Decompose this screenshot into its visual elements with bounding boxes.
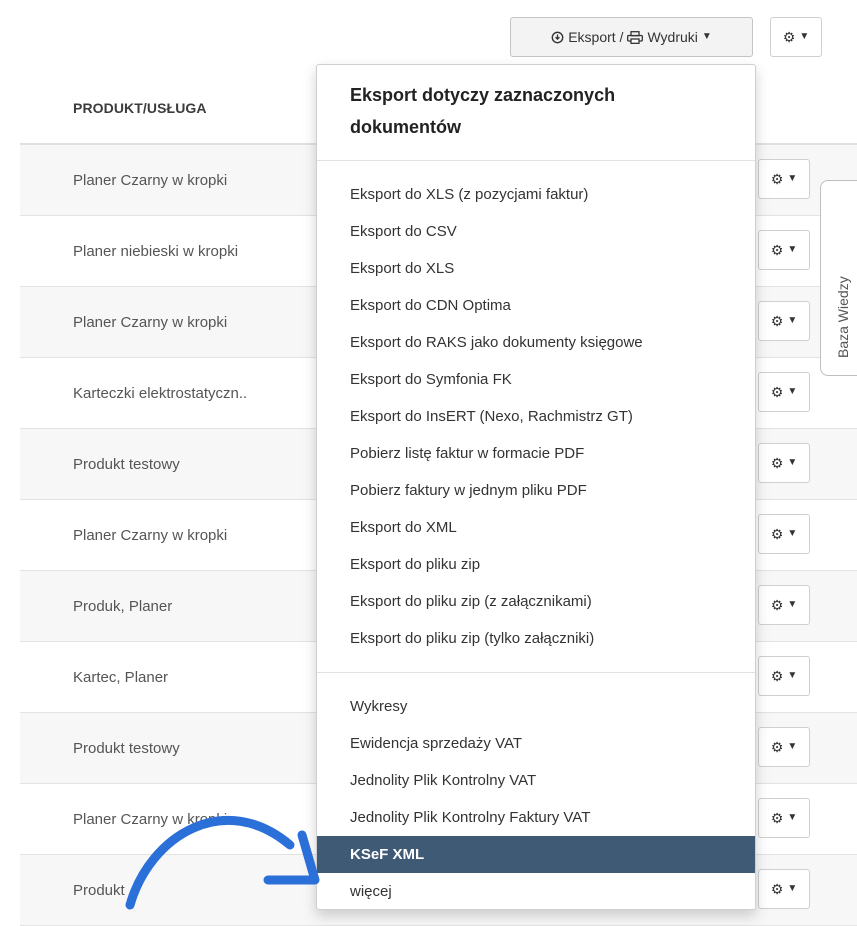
printer-icon xyxy=(627,30,644,44)
gear-icon: ⚙ xyxy=(770,170,784,187)
export-menu-item[interactable]: Eksport do InsERT (Nexo, Rachmistrz GT) xyxy=(317,398,755,435)
caret-down-icon: ▼ xyxy=(787,244,798,255)
product-name-cell: Kartec, Planer xyxy=(73,668,169,686)
export-menu-item[interactable]: Eksport do XML xyxy=(317,509,755,546)
export-menu-item[interactable]: Eksport do CDN Optima xyxy=(317,287,755,324)
caret-down-icon: ▼ xyxy=(787,173,798,184)
row-actions-button[interactable]: ⚙ ▼ xyxy=(758,585,810,625)
row-actions-button[interactable]: ⚙ ▼ xyxy=(758,301,810,341)
export-menu-item[interactable]: Eksport do Symfonia FK xyxy=(317,361,755,398)
export-menu-item[interactable]: Eksport do pliku zip xyxy=(317,546,755,583)
row-actions-button[interactable]: ⚙ ▼ xyxy=(758,443,810,483)
report-options-list: Wykresy Ewidencja sprzedaży VAT Jednolity … xyxy=(317,673,755,910)
export-menu-item[interactable]: Eksport do pliku zip (z załącznikami) xyxy=(317,583,755,620)
caret-down-icon: ▼ xyxy=(787,741,798,752)
caret-down-icon: ▼ xyxy=(787,883,798,894)
export-menu-item[interactable]: Pobierz faktury w jednym pliku PDF xyxy=(317,472,755,509)
product-name-cell: Planer niebieski w kropki xyxy=(73,242,239,260)
report-menu-item[interactable]: Jednolity Plik Kontrolny Faktury VAT xyxy=(317,799,755,836)
row-actions-button[interactable]: ⚙ ▼ xyxy=(758,869,810,909)
export-dropdown-menu: Eksport dotyczy zaznaczonych dokumentów … xyxy=(316,64,756,910)
caret-down-icon: ▼ xyxy=(787,528,798,539)
product-name-cell: Produkt testowy xyxy=(73,455,180,473)
row-actions-button[interactable]: ⚙ ▼ xyxy=(758,656,810,696)
gear-icon: ⚙ xyxy=(770,525,784,542)
circle-down-icon xyxy=(551,31,564,44)
caret-down-icon: ▼ xyxy=(787,812,798,823)
product-name-cell: Produkt xyxy=(73,881,125,899)
row-actions-button[interactable]: ⚙ ▼ xyxy=(758,372,810,412)
caret-down-icon: ▼ xyxy=(787,599,798,610)
product-name-cell: Karteczki elektrostatyczn.. xyxy=(73,384,248,402)
product-name-cell: Planer Czarny w kropki xyxy=(73,526,228,544)
row-actions-button[interactable]: ⚙ ▼ xyxy=(758,727,810,767)
export-label: Eksport / xyxy=(568,29,624,45)
row-actions-button[interactable]: ⚙ ▼ xyxy=(758,159,810,199)
report-menu-item[interactable]: Ewidencja sprzedaży VAT xyxy=(317,725,755,762)
export-print-button[interactable]: Eksport / Wydruki ▼ xyxy=(510,17,753,57)
row-actions-button[interactable]: ⚙ ▼ xyxy=(758,514,810,554)
report-menu-item[interactable]: więcej xyxy=(317,873,755,910)
gear-icon: ⚙ xyxy=(770,312,784,329)
settings-gear-button[interactable]: ⚙ ▼ xyxy=(770,17,822,57)
export-options-list: Eksport do XLS (z pozycjami faktur) Ekspo… xyxy=(317,161,755,673)
gear-icon: ⚙ xyxy=(770,667,784,684)
gear-icon: ⚙ xyxy=(770,454,784,471)
knowledge-base-label: Baza Wiedzy xyxy=(835,276,851,358)
report-menu-item[interactable]: Wykresy xyxy=(317,688,755,725)
row-actions-button[interactable]: ⚙ ▼ xyxy=(758,798,810,838)
product-name-cell: Produk, Planer xyxy=(73,597,173,615)
gear-icon: ⚙ xyxy=(770,383,784,400)
caret-down-icon: ▼ xyxy=(787,315,798,326)
product-name-cell: Planer Czarny w kropki xyxy=(73,313,228,331)
product-name-cell: Planer Czarny w kropki xyxy=(73,171,228,189)
export-menu-item[interactable]: Eksport do XLS (z pozycjami faktur) xyxy=(317,176,755,213)
print-label: Wydruki xyxy=(647,29,698,45)
dropdown-title: Eksport dotyczy zaznaczonych dokumentów xyxy=(317,65,755,161)
column-header-product: PRODUKT/USŁUGA xyxy=(73,99,207,116)
caret-down-icon: ▼ xyxy=(701,31,712,42)
export-menu-item[interactable]: Pobierz listę faktur w formacie PDF xyxy=(317,435,755,472)
knowledge-base-tab[interactable]: Baza Wiedzy xyxy=(820,180,857,376)
report-menu-item[interactable]: KSeF XML xyxy=(317,836,755,873)
gear-icon: ⚙ xyxy=(770,596,784,613)
export-menu-item[interactable]: Eksport do XLS xyxy=(317,250,755,287)
export-menu-item[interactable]: Eksport do CSV xyxy=(317,213,755,250)
report-menu-item[interactable]: Jednolity Plik Kontrolny VAT xyxy=(317,762,755,799)
product-name-cell: Produkt testowy xyxy=(73,739,180,757)
gear-icon: ⚙ xyxy=(770,880,784,897)
gear-icon: ⚙ xyxy=(770,738,784,755)
product-name-cell: Planer Czarny w kropki xyxy=(73,810,228,828)
caret-down-icon: ▼ xyxy=(787,457,798,468)
gear-icon: ⚙ xyxy=(770,809,784,826)
gear-icon: ⚙ xyxy=(782,28,796,45)
export-menu-item[interactable]: Eksport do RAKS jako dokumenty księgowe xyxy=(317,324,755,361)
row-actions-button[interactable]: ⚙ ▼ xyxy=(758,230,810,270)
caret-down-icon: ▼ xyxy=(787,670,798,681)
gear-icon: ⚙ xyxy=(770,241,784,258)
export-menu-item[interactable]: Eksport do pliku zip (tylko załączniki) xyxy=(317,620,755,657)
caret-down-icon: ▼ xyxy=(787,386,798,397)
caret-down-icon: ▼ xyxy=(799,31,810,42)
